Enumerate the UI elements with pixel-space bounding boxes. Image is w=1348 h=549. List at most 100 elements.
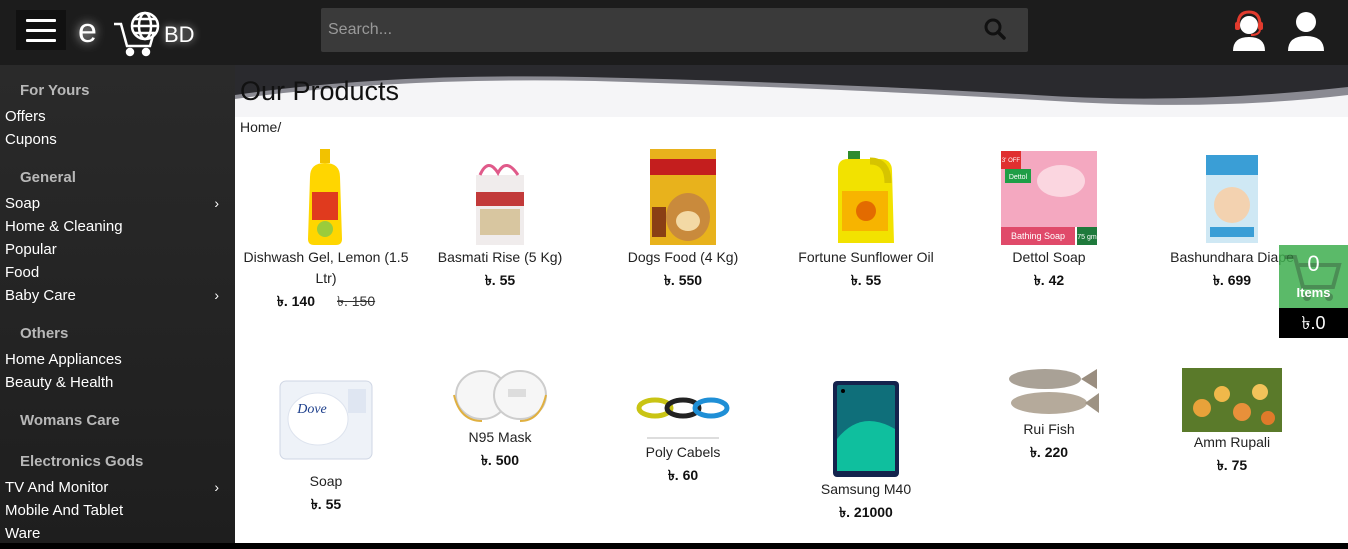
sidebar-item-home-appliances[interactable]: Home Appliances: [0, 348, 235, 371]
cart-globe-logo-icon: [114, 11, 160, 57]
dettol-offer-label: 3' OFF: [1002, 158, 1020, 164]
product-card[interactable]: Fortune Sunflower Oil ৳. 55: [775, 147, 957, 293]
product-name: Rui Fish: [1023, 421, 1075, 437]
sidebar-item-label: Home & Cleaning: [5, 218, 123, 235]
product-name: Fortune Sunflower Oil: [798, 249, 934, 265]
dishwash-gel-image: [308, 149, 342, 245]
product-card[interactable]: Dishwash Gel, Lemon (1.5 Ltr) ৳. 140 ৳. 1…: [235, 147, 417, 314]
product-card[interactable]: Dogs Food (4 Kg) ৳. 550: [592, 147, 774, 293]
dettol-soap-image: 3' OFF Dettol Bathing Soap 75 gm: [1001, 151, 1097, 245]
chevron-right-icon: ›: [214, 287, 219, 303]
product-price: ৳. 550: [663, 272, 703, 288]
main-content: Our Products Home/ Dishwash Gel, Lemon (…: [235, 65, 1348, 543]
old-price: ৳. 150: [337, 293, 376, 309]
dove-soap-image: Dove: [279, 380, 373, 460]
menu-icon[interactable]: [16, 10, 66, 50]
support-icon[interactable]: [1229, 9, 1269, 51]
sidebar-item-label: Food: [5, 264, 40, 281]
dettol-brand-label: Dettol: [1009, 174, 1028, 181]
floating-cart[interactable]: 0 Items ৳.0: [1279, 245, 1348, 338]
cart-items-label: Items: [1296, 285, 1331, 300]
sidebar-item-label: Popular: [5, 241, 57, 258]
breadcrumb[interactable]: Home/: [240, 119, 281, 135]
header-wave-banner: [235, 65, 1348, 117]
product-name: Soap: [309, 473, 343, 489]
sidebar-section-title: General: [20, 169, 76, 186]
dove-brand-label: Dove: [296, 402, 327, 417]
product-price: ৳. 21000: [839, 504, 893, 520]
search-input[interactable]: [321, 8, 971, 52]
basmati-rice-image: [476, 164, 524, 245]
sidebar-item-label: Beauty & Health: [5, 374, 114, 391]
sunflower-oil-image: [838, 151, 894, 243]
product-name: Basmati Rise (5 Kg): [437, 249, 563, 265]
product-price: ৳. 55: [484, 272, 516, 288]
dettol-weight-label: 75 gm: [1077, 234, 1097, 241]
product-card[interactable]: Rui Fish ৳. 220: [958, 365, 1140, 465]
sidebar-section-title[interactable]: Womans Care: [0, 412, 120, 429]
rui-fish-image: [1009, 369, 1099, 414]
product-price: ৳. 220: [1029, 444, 1069, 460]
dogs-food-image: [650, 149, 716, 245]
sidebar-item-label: Cupons: [5, 131, 57, 148]
sidebar-item-soap[interactable]: Soap ›: [0, 192, 235, 215]
product-price: ৳. 140 ৳. 150: [235, 290, 417, 314]
product-card[interactable]: Dove Soap ৳. 55: [235, 375, 417, 517]
breadcrumb-home[interactable]: Home/: [240, 119, 281, 135]
product-name: Amm Rupali: [1193, 434, 1271, 450]
user-icon[interactable]: [1286, 9, 1326, 51]
samsung-phone-image: [833, 381, 899, 477]
product-name: Dishwash Gel, Lemon (1.5 Ltr): [243, 249, 409, 286]
sidebar-item-tv-monitor[interactable]: TV And Monitor ›: [0, 476, 235, 499]
sidebar-item-food[interactable]: Food: [0, 261, 235, 284]
sidebar-item-beauty-health[interactable]: Beauty & Health: [0, 371, 235, 394]
diaper-pack-image: [1206, 155, 1258, 243]
sidebar-item-baby-care[interactable]: Baby Care ›: [0, 284, 235, 307]
product-price: ৳. 55: [850, 272, 882, 288]
product-name: Dettol Soap: [1012, 249, 1086, 265]
sidebar-item-cupons[interactable]: Cupons: [0, 128, 235, 151]
logo-letter: e: [78, 12, 97, 50]
n95-mask-image: [453, 370, 547, 422]
product-card[interactable]: N95 Mask ৳. 500: [409, 365, 591, 473]
cart-total: ৳.0: [1279, 308, 1348, 338]
product-card[interactable]: Amm Rupali ৳. 75: [1141, 368, 1323, 478]
sidebar-item-label: Home Appliances: [5, 351, 122, 368]
mango-image: [1182, 368, 1282, 432]
sidebar-item-label: Baby Care: [5, 287, 76, 304]
product-name: Poly Cabels: [645, 444, 721, 460]
sidebar-item-ware[interactable]: Ware: [0, 522, 235, 545]
top-bar: e BD: [0, 0, 1348, 65]
product-price: ৳. 42: [1033, 272, 1065, 288]
sidebar-section-title: Electronics Gods: [20, 453, 144, 470]
product-card[interactable]: Basmati Rise (5 Kg) ৳. 55: [409, 147, 591, 293]
sidebar-item-label: Soap: [5, 195, 41, 212]
product-card[interactable]: Samsung M40 ৳. 21000: [775, 379, 957, 525]
sidebar-item-home-cleaning[interactable]: Home & Cleaning: [0, 215, 235, 238]
chevron-right-icon: ›: [214, 479, 219, 495]
product-card[interactable]: 3' OFF Dettol Bathing Soap 75 gm Dettol …: [958, 147, 1140, 293]
cart-count: 0: [1307, 251, 1320, 276]
sidebar-item-popular[interactable]: Popular: [0, 238, 235, 261]
product-price: ৳. 55: [310, 496, 342, 512]
sidebar-item-offers[interactable]: Offers: [0, 105, 235, 128]
sidebar-section-title: Others: [20, 325, 69, 342]
sidebar-item-label: Ware: [5, 525, 41, 542]
current-price: ৳. 140: [276, 293, 315, 309]
product-price: ৳. 500: [480, 452, 520, 468]
product-card[interactable]: Poly Cabels ৳. 60: [592, 392, 774, 488]
site-logo[interactable]: e BD: [72, 4, 212, 60]
sidebar-item-mobile-tablet[interactable]: Mobile And Tablet: [0, 499, 235, 522]
logo-suffix: BD: [164, 22, 195, 47]
sidebar-item-label: Mobile And Tablet: [5, 502, 124, 519]
cart-badge: 0 Items: [1279, 245, 1348, 308]
search-icon[interactable]: [984, 18, 1006, 40]
sidebar-item-label: TV And Monitor: [5, 479, 109, 496]
poly-cables-image: [636, 397, 730, 439]
product-price: ৳. 75: [1216, 457, 1248, 473]
product-name: Samsung M40: [820, 481, 912, 497]
product-price: ৳. 60: [667, 467, 699, 483]
search-bar: [321, 8, 1028, 52]
product-name: N95 Mask: [468, 429, 532, 445]
page-title: Our Products: [240, 76, 400, 106]
